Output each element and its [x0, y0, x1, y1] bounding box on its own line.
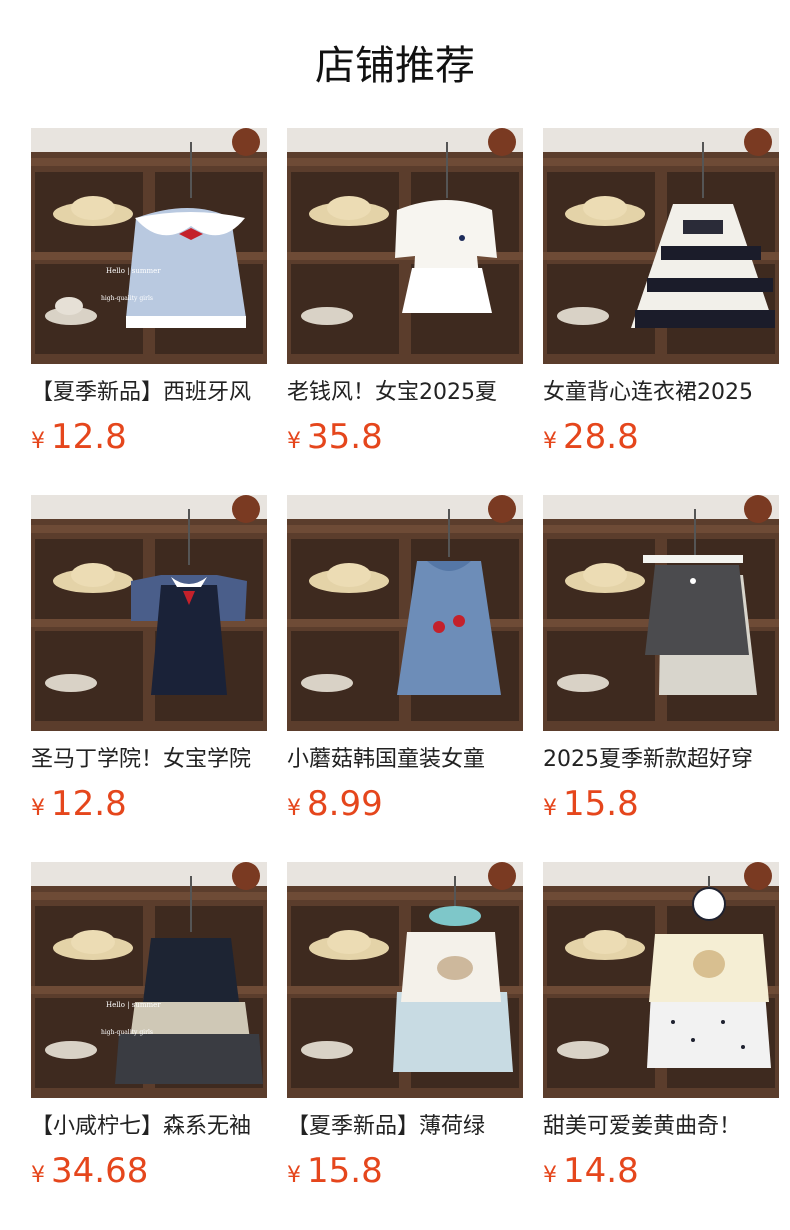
product-photo[interactable]: [543, 862, 779, 1098]
product-card[interactable]: 女童背心连衣裙2025 ¥28.8: [543, 128, 779, 468]
product-photo[interactable]: [543, 128, 779, 364]
product-name[interactable]: 女童背心连衣裙2025: [543, 377, 779, 409]
product-card[interactable]: 2025夏季新款超好穿 ¥15.8: [543, 495, 779, 835]
product-name[interactable]: 圣马丁学院！女宝学院: [31, 744, 267, 776]
currency-symbol: ¥: [543, 1163, 557, 1188]
svg-text:high-quality girls: high-quality girls: [101, 1029, 153, 1036]
product-price: ¥12.8: [31, 782, 127, 826]
page-title: 店铺推荐: [315, 43, 475, 89]
product-price: ¥8.99: [287, 782, 383, 826]
product-photo[interactable]: [543, 495, 779, 731]
product-photo[interactable]: [287, 128, 523, 364]
svg-text:high-quality girls: high-quality girls: [101, 295, 153, 302]
currency-symbol: ¥: [287, 1163, 301, 1188]
price-value: 15.8: [563, 784, 639, 824]
price-value: 34.68: [51, 1151, 149, 1191]
product-name[interactable]: 甜美可爱姜黄曲奇！: [543, 1111, 779, 1143]
currency-symbol: ¥: [31, 1163, 45, 1188]
product-price: ¥12.8: [31, 415, 127, 459]
price-value: 35.8: [307, 417, 383, 457]
product-price: ¥15.8: [543, 782, 639, 826]
svg-text:Hello | summer: Hello | summer: [106, 267, 161, 275]
price-value: 14.8: [563, 1151, 639, 1191]
product-price: ¥34.68: [31, 1149, 148, 1193]
product-card[interactable]: 甜美可爱姜黄曲奇！ ¥14.8: [543, 862, 779, 1202]
product-photo[interactable]: Hello | summer high-quality girls: [31, 862, 267, 1098]
product-card[interactable]: 小蘑菇韩国童装女童 ¥8.99: [287, 495, 523, 835]
product-photo[interactable]: [287, 495, 523, 731]
product-name[interactable]: 【夏季新品】西班牙风: [31, 377, 267, 409]
currency-symbol: ¥: [543, 796, 557, 821]
product-photo[interactable]: [287, 862, 523, 1098]
product-name[interactable]: 【小咸柠七】森系无袖: [31, 1111, 267, 1143]
product-name[interactable]: 2025夏季新款超好穿: [543, 744, 779, 776]
product-photo[interactable]: Hello | summer high-quality girls: [31, 128, 267, 364]
price-value: 8.99: [307, 784, 383, 824]
currency-symbol: ¥: [31, 429, 45, 454]
currency-symbol: ¥: [31, 796, 45, 821]
product-card[interactable]: 圣马丁学院！女宝学院 ¥12.8: [31, 495, 267, 835]
product-price: ¥14.8: [543, 1149, 639, 1193]
product-name[interactable]: 老钱风！女宝2025夏: [287, 377, 523, 409]
currency-symbol: ¥: [287, 796, 301, 821]
product-card[interactable]: Hello | summer high-quality girls 【夏季新品】…: [31, 128, 267, 468]
currency-symbol: ¥: [543, 429, 557, 454]
svg-text:Hello | summer: Hello | summer: [106, 1001, 161, 1009]
product-price: ¥28.8: [543, 415, 639, 459]
price-value: 28.8: [563, 417, 639, 457]
product-name[interactable]: 【夏季新品】薄荷绿: [287, 1111, 523, 1143]
product-photo[interactable]: [31, 495, 267, 731]
product-price: ¥35.8: [287, 415, 383, 459]
product-name[interactable]: 小蘑菇韩国童装女童: [287, 744, 523, 776]
product-price: ¥15.8: [287, 1149, 383, 1193]
price-value: 12.8: [51, 784, 127, 824]
price-value: 15.8: [307, 1151, 383, 1191]
product-card[interactable]: 【夏季新品】薄荷绿 ¥15.8: [287, 862, 523, 1202]
product-card[interactable]: 老钱风！女宝2025夏 ¥35.8: [287, 128, 523, 468]
price-value: 12.8: [51, 417, 127, 457]
product-card[interactable]: Hello | summer high-quality girls 【小咸柠七】…: [31, 862, 267, 1202]
currency-symbol: ¥: [287, 429, 301, 454]
